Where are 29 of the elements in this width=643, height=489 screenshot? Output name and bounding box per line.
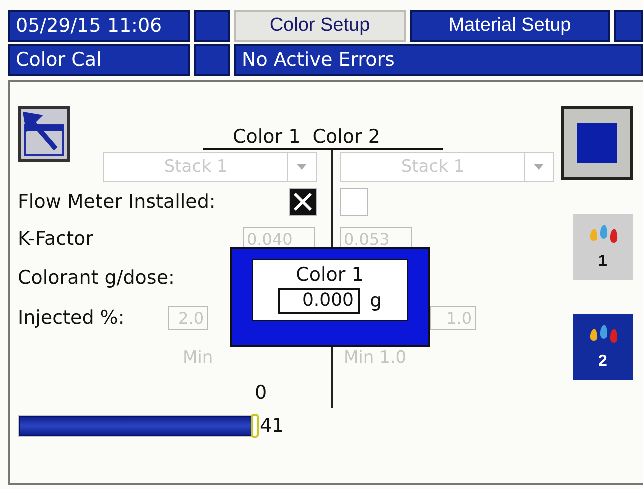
screen-name: Color Cal — [8, 44, 190, 76]
unit-label: g — [370, 290, 382, 312]
error-status: No Active Errors — [234, 44, 643, 76]
field-label: Injected %: — [18, 307, 125, 329]
checkbox[interactable] — [289, 188, 317, 216]
slider-thumb[interactable] — [251, 414, 259, 438]
date-time: 05/29/15 11:06 — [8, 10, 190, 42]
checkbox[interactable] — [340, 188, 368, 216]
check-x-icon — [292, 191, 314, 213]
field-label: Flow Meter Installed: — [18, 191, 216, 213]
field-label: Colorant g/dose: — [18, 267, 175, 289]
column-heading: Color 1 — [233, 126, 301, 148]
header-blank-cell — [614, 10, 643, 42]
dose-input[interactable]: 0.000 — [278, 288, 360, 314]
header-blank-cell — [194, 44, 230, 76]
color-button[interactable]: 2 — [573, 314, 633, 380]
arrow-out-icon — [22, 111, 66, 157]
exit-button[interactable] — [18, 106, 70, 162]
popup-title: Color 1 — [296, 264, 364, 286]
color-button[interactable]: 1 — [573, 214, 633, 280]
stop-icon — [577, 123, 617, 163]
column-heading: Color 2 — [312, 126, 380, 148]
zero-label: 0 — [254, 382, 268, 404]
screen-tab[interactable]: Color Setup — [234, 10, 406, 42]
header-blank-cell — [194, 10, 230, 42]
field-label: K-Factor — [18, 228, 94, 250]
stop-button[interactable] — [561, 106, 633, 180]
screen-tab[interactable]: Material Setup — [410, 10, 610, 42]
slider-reading: 41 — [260, 415, 284, 437]
